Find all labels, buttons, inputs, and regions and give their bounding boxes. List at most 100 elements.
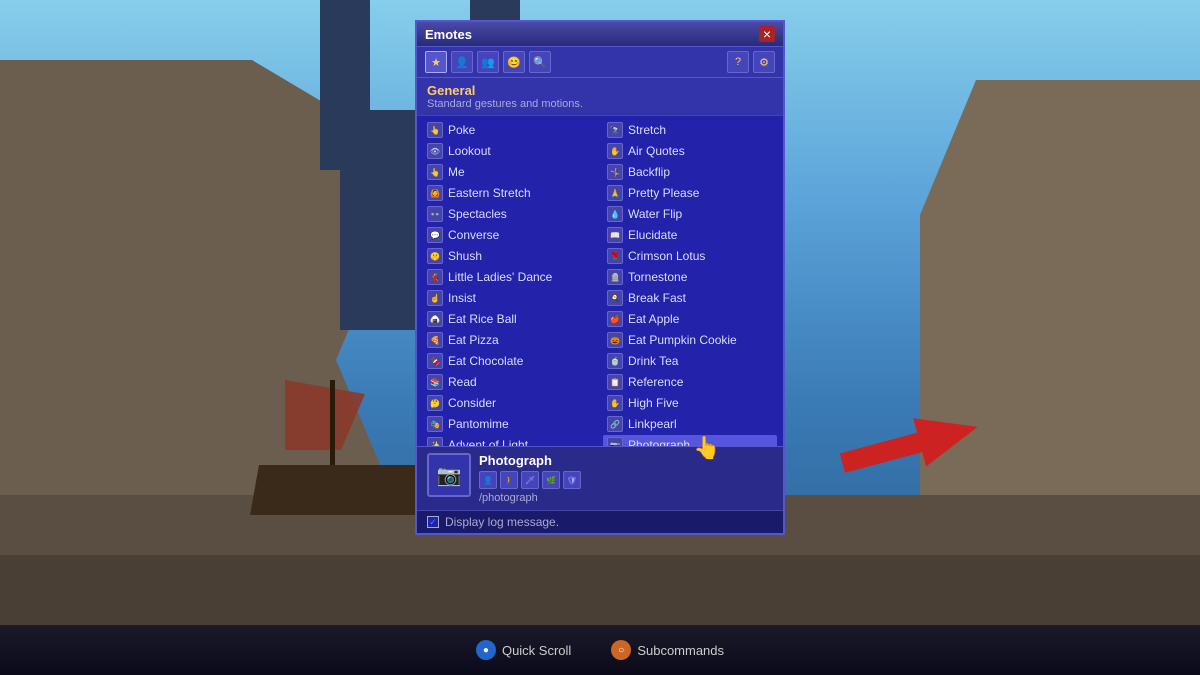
emote-label: Linkpearl <box>628 417 677 431</box>
category-description: Standard gestures and motions. <box>427 98 773 113</box>
list-item[interactable]: 📋 Reference <box>603 372 777 392</box>
list-item[interactable]: 🍳 Break Fast <box>603 288 777 308</box>
detail-sub-icon-5: 🛡 <box>563 471 581 489</box>
emote-icon: ✋ <box>607 143 623 159</box>
subcommands-label: Subcommands <box>637 643 724 658</box>
emote-label: Eastern Stretch <box>448 186 531 200</box>
list-item[interactable]: 💃 Little Ladies' Dance <box>423 267 597 287</box>
list-item-selected[interactable]: 📷 Photograph <box>603 435 777 446</box>
list-item[interactable]: 🍫 Eat Chocolate <box>423 351 597 371</box>
emote-list[interactable]: 👆 Poke 🔭 Stretch 👁 Lookout ✋ Air Quotes … <box>417 116 783 446</box>
emote-icon: 🙆 <box>427 185 443 201</box>
emote-icon: 🤫 <box>427 248 443 264</box>
list-item[interactable]: ✋ Air Quotes <box>603 141 777 161</box>
list-item[interactable]: 👆 Me <box>423 162 597 182</box>
emote-icon: ☝ <box>427 290 443 306</box>
list-item[interactable]: 🤔 Consider <box>423 393 597 413</box>
emote-label: Poke <box>448 123 475 137</box>
emote-label: Eat Pizza <box>448 333 499 347</box>
list-item[interactable]: 💬 Converse <box>423 225 597 245</box>
emote-icon: 📷 <box>607 437 623 446</box>
emote-icon: 🍵 <box>607 353 623 369</box>
detail-sub-icon-3: 🗡 <box>521 471 539 489</box>
emote-icon: 🪦 <box>607 269 623 285</box>
emote-icon: 🎃 <box>607 332 623 348</box>
emote-icon: 👆 <box>427 122 443 138</box>
panel-toolbar: ★ 👤 👥 😊 🔍 ? ⚙ <box>417 47 783 78</box>
category-header: General Standard gestures and motions. <box>417 78 783 115</box>
emote-icon: ✋ <box>607 395 623 411</box>
toolbar-right-icons: ? ⚙ <box>727 51 775 73</box>
list-item[interactable]: 🎃 Eat Pumpkin Cookie <box>603 330 777 350</box>
emote-icon: 🎭 <box>427 416 443 432</box>
list-item[interactable]: ☝ Insist <box>423 288 597 308</box>
emote-icon: 🔗 <box>607 416 623 432</box>
tab-group[interactable]: 👥 <box>477 51 499 73</box>
emote-icon: 👓 <box>427 206 443 222</box>
emote-label: Lookout <box>448 144 491 158</box>
detail-sub-icon-4: 🌿 <box>542 471 560 489</box>
list-item[interactable]: 🍎 Eat Apple <box>603 309 777 329</box>
list-item[interactable]: ✨ Advent of Light <box>423 435 597 446</box>
emote-label: Shush <box>448 249 482 263</box>
emote-label: Converse <box>448 228 499 242</box>
settings-button[interactable]: ⚙ <box>753 51 775 73</box>
emote-icon: ✨ <box>427 437 443 446</box>
tab-character[interactable]: 👤 <box>451 51 473 73</box>
emote-icon: 🍳 <box>607 290 623 306</box>
emote-icon: 🍕 <box>427 332 443 348</box>
emote-icon: 📋 <box>607 374 623 390</box>
list-item[interactable]: 🔗 Linkpearl <box>603 414 777 434</box>
emote-label: Me <box>448 165 465 179</box>
tab-search[interactable]: 🔍 <box>529 51 551 73</box>
log-label: Display log message. <box>445 515 559 529</box>
list-item[interactable]: 🤸 Backflip <box>603 162 777 182</box>
emote-icon: 🍎 <box>607 311 623 327</box>
close-button[interactable]: × <box>759 26 775 42</box>
list-item[interactable]: 🪦 Tornestone <box>603 267 777 287</box>
list-item[interactable]: 🍙 Eat Rice Ball <box>423 309 597 329</box>
list-item[interactable]: 🤫 Shush <box>423 246 597 266</box>
list-item[interactable]: 🍕 Eat Pizza <box>423 330 597 350</box>
emote-icon: 🌹 <box>607 248 623 264</box>
emote-label: Read <box>448 375 477 389</box>
emote-icon: 🔭 <box>607 122 623 138</box>
emote-label: High Five <box>628 396 679 410</box>
tab-favorites[interactable]: ★ <box>425 51 447 73</box>
emote-icon: 👆 <box>427 164 443 180</box>
list-item[interactable]: 🌹 Crimson Lotus <box>603 246 777 266</box>
list-item[interactable]: 🙏 Pretty Please <box>603 183 777 203</box>
list-item[interactable]: 🙆 Eastern Stretch <box>423 183 597 203</box>
detail-name: Photograph <box>479 453 773 468</box>
detail-panel: 📷 Photograph 👤 🚶 🗡 🌿 🛡 /photograph <box>417 446 783 510</box>
list-item[interactable]: 🔭 Stretch <box>603 120 777 140</box>
list-item[interactable]: 👁 Lookout <box>423 141 597 161</box>
list-item[interactable]: 📚 Read <box>423 372 597 392</box>
emote-label: Pantomime <box>448 417 509 431</box>
emote-label: Reference <box>628 375 683 389</box>
emote-label: Eat Pumpkin Cookie <box>628 333 737 347</box>
emote-label: Drink Tea <box>628 354 678 368</box>
boat <box>250 395 430 515</box>
emote-label: Pretty Please <box>628 186 699 200</box>
list-item[interactable]: 👆 Poke <box>423 120 597 140</box>
list-item[interactable]: ✋ High Five <box>603 393 777 413</box>
list-item[interactable]: 📖 Elucidate <box>603 225 777 245</box>
emote-icon: 🍫 <box>427 353 443 369</box>
subcommands-item: ○ Subcommands <box>611 640 724 660</box>
category-title: General <box>427 83 773 98</box>
emote-label: Break Fast <box>628 291 686 305</box>
list-item[interactable]: 🎭 Pantomime <box>423 414 597 434</box>
list-item[interactable]: 👓 Spectacles <box>423 204 597 224</box>
tab-expressions[interactable]: 😊 <box>503 51 525 73</box>
help-button[interactable]: ? <box>727 51 749 73</box>
emote-label: Little Ladies' Dance <box>448 270 552 284</box>
emote-columns: 👆 Poke 🔭 Stretch 👁 Lookout ✋ Air Quotes … <box>423 120 777 446</box>
emote-icon: 💧 <box>607 206 623 222</box>
emote-icon: 💃 <box>427 269 443 285</box>
toolbar-icons: ★ 👤 👥 😊 🔍 <box>425 51 551 73</box>
emote-label: Water Flip <box>628 207 682 221</box>
log-checkbox[interactable]: ✓ <box>427 516 439 528</box>
list-item[interactable]: 🍵 Drink Tea <box>603 351 777 371</box>
list-item[interactable]: 💧 Water Flip <box>603 204 777 224</box>
